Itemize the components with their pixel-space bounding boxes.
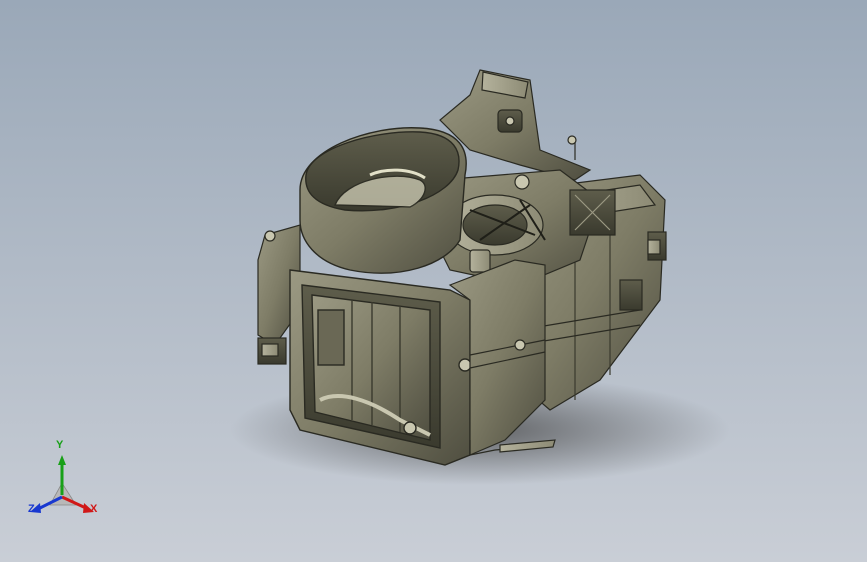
hvac-housing-model[interactable] xyxy=(0,0,867,562)
y-axis-arrow xyxy=(58,455,66,465)
z-axis-label: Z xyxy=(28,503,35,515)
view-triad[interactable]: Y X Z xyxy=(20,439,110,525)
graphics-viewport[interactable]: Y X Z xyxy=(0,0,867,562)
air-inlet-duct[interactable] xyxy=(299,127,467,274)
y-axis-label: Y xyxy=(56,439,64,451)
x-axis-label: X xyxy=(90,503,98,515)
